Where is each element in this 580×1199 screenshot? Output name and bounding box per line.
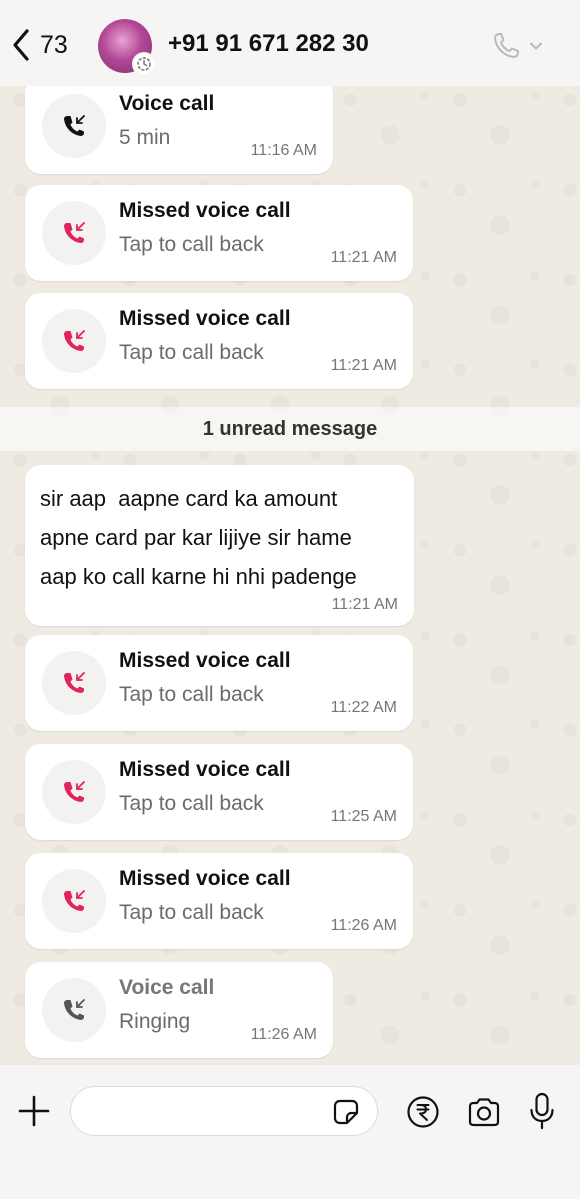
call-title: Missed voice call xyxy=(119,199,291,222)
message-time: 11:25 AM xyxy=(330,808,397,825)
message-time: 11:26 AM xyxy=(330,917,397,934)
call-subtitle: Tap to call back xyxy=(119,341,264,364)
text-message[interactable]: sir aap aapne card ka amount apne card p… xyxy=(25,465,414,626)
back-chevron-icon xyxy=(13,29,29,61)
call-message-missed[interactable]: Missed voice call Tap to call back 11:21… xyxy=(25,185,413,281)
rupee-payment-icon[interactable] xyxy=(406,1095,440,1129)
message-time: 11:26 AM xyxy=(250,1026,317,1043)
call-title: Missed voice call xyxy=(119,649,291,672)
call-duration: 5 min xyxy=(119,126,171,149)
message-time: 11:22 AM xyxy=(330,699,397,716)
phone-icon xyxy=(494,33,519,58)
missed-call-icon xyxy=(42,651,106,715)
microphone-icon[interactable] xyxy=(528,1091,556,1131)
call-subtitle: Tap to call back xyxy=(119,233,264,256)
missed-call-icon xyxy=(42,201,106,265)
missed-call-icon xyxy=(42,760,106,824)
call-title: Voice call xyxy=(119,976,215,999)
unread-chats-count: 73 xyxy=(40,30,68,59)
call-subtitle: Tap to call back xyxy=(119,683,264,706)
call-menu-button[interactable] xyxy=(490,30,544,62)
unread-divider: 1 unread message xyxy=(0,407,580,451)
incoming-call-icon xyxy=(42,94,106,158)
call-title: Voice call xyxy=(119,92,215,115)
message-text: sir aap aapne card ka amount apne card p… xyxy=(40,486,357,589)
sticker-icon[interactable] xyxy=(332,1098,360,1126)
status-ring-icon xyxy=(132,52,156,76)
call-message-missed[interactable]: Missed voice call Tap to call back 11:26… xyxy=(25,853,413,949)
chat-header: 73 +91 91 671 282 30 xyxy=(0,0,580,86)
call-subtitle: Tap to call back xyxy=(119,792,264,815)
call-message-missed[interactable]: Missed voice call Tap to call back 11:25… xyxy=(25,744,413,840)
call-message-ringing[interactable]: Voice call Ringing 11:26 AM xyxy=(25,962,333,1058)
camera-icon[interactable] xyxy=(466,1095,502,1129)
message-time: 11:21 AM xyxy=(330,249,397,266)
call-title: Missed voice call xyxy=(119,758,291,781)
avatar[interactable] xyxy=(98,19,156,76)
chevron-down-icon xyxy=(530,42,542,50)
call-message-voice[interactable]: Voice call 5 min 11:16 AM xyxy=(25,78,333,174)
call-subtitle: Ringing xyxy=(119,1010,191,1033)
message-time: 11:21 AM xyxy=(331,596,398,613)
call-message-missed[interactable]: Missed voice call Tap to call back 11:22… xyxy=(25,635,413,731)
missed-call-icon xyxy=(42,309,106,373)
call-title: Missed voice call xyxy=(119,867,291,890)
call-subtitle: Tap to call back xyxy=(119,901,264,924)
call-message-missed[interactable]: Missed voice call Tap to call back 11:21… xyxy=(25,293,413,389)
composer-bar xyxy=(0,1065,580,1199)
contact-name[interactable]: +91 91 671 282 30 xyxy=(168,30,369,58)
back-button[interactable]: 73 xyxy=(10,28,68,62)
incoming-call-icon xyxy=(42,978,106,1042)
plus-icon[interactable] xyxy=(16,1093,52,1129)
missed-call-icon xyxy=(42,869,106,933)
message-time: 11:16 AM xyxy=(250,142,317,159)
call-title: Missed voice call xyxy=(119,307,291,330)
message-time: 11:21 AM xyxy=(330,357,397,374)
